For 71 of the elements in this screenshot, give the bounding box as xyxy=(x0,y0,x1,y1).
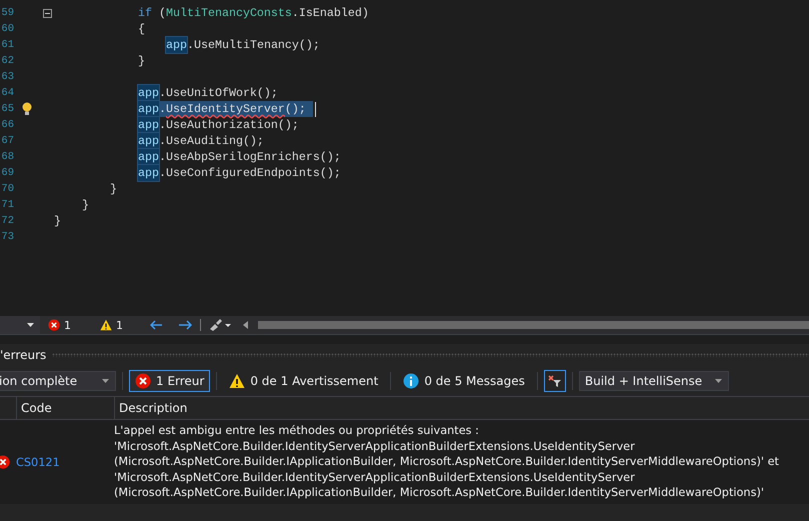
code-token: } xyxy=(82,197,89,213)
scope-dropdown[interactable]: ion complète xyxy=(0,371,116,391)
back-arrow-icon[interactable] xyxy=(150,320,163,330)
brush-icon[interactable] xyxy=(209,319,231,331)
lightbulb-icon xyxy=(22,102,32,116)
selected-text: . xyxy=(159,101,166,117)
error-code-link[interactable]: CS0121 xyxy=(12,456,60,468)
code-token: { xyxy=(138,21,145,37)
clear-filter-icon xyxy=(548,375,562,387)
reference-highlight: app xyxy=(138,85,159,101)
line-number: 70 xyxy=(0,182,14,197)
code-token: } xyxy=(138,53,145,69)
warning-count[interactable]: 1 xyxy=(116,318,123,332)
column-header[interactable]: Code xyxy=(16,397,114,419)
caret-icon xyxy=(714,379,722,383)
code-token: .IsEnabled) xyxy=(292,5,369,21)
line-number: 73 xyxy=(0,230,14,245)
column-header[interactable]: Description xyxy=(114,397,809,419)
line-number: 71 xyxy=(0,198,14,213)
error-description: L'appel est ambigu entre les méthodes ou propriétés suivantes : 'Microsoft.AspNetCore.Builder.IdentityServerApplicationBuilderExtensions.UseIdentityServer (Microsoft.AspNetCore.Builder.IApplicationBuilder, Microsoft.AspNetCore.Builder.IdentityServerMiddlewareOptions)' et 'Microsoft.AspNetCore.Builder.IdentityServerApplicationBuilderExtensions.UseIdentityServer (Microsoft.AspNetCore.Builder.IApplicationBuilder, Microsoft.AspNetCore.Builder.IdentityServerMiddlewareOptions)' xyxy=(113,423,779,501)
reference-highlight: app xyxy=(138,101,159,117)
info-icon xyxy=(403,373,420,389)
forward-arrow-icon[interactable] xyxy=(179,320,192,330)
code-token: .UseAuditing(); xyxy=(159,133,264,149)
error-squiggle-text: UseIdentityServer xyxy=(166,101,285,117)
error-icon xyxy=(0,455,10,469)
code-token: } xyxy=(110,181,117,197)
line-number: 61 xyxy=(0,38,14,53)
line-number: 67 xyxy=(0,134,14,149)
selected-text: (); xyxy=(284,101,306,117)
caret-icon xyxy=(27,323,34,327)
code-token: .UseUnitOfWork(); xyxy=(159,85,278,101)
code-token: if xyxy=(138,5,152,21)
line-number: 69 xyxy=(0,166,14,181)
line-number: 62 xyxy=(0,54,14,69)
warning-icon xyxy=(100,319,112,331)
code-token: .UseAuthorization(); xyxy=(159,117,299,133)
filter-button[interactable]: 0 de 5 Messages xyxy=(397,370,531,392)
line-number: 64 xyxy=(0,86,14,101)
reference-highlight: app xyxy=(138,117,159,133)
error-count[interactable]: 1 xyxy=(64,318,71,332)
collapse-icon[interactable] xyxy=(42,8,52,18)
code-token: .UseConfiguredEndpoints(); xyxy=(159,165,341,181)
warning-icon xyxy=(229,373,246,389)
line-number: 68 xyxy=(0,150,14,165)
source-dropdown[interactable]: Build + IntelliSense xyxy=(578,371,729,391)
scroll-left-icon[interactable] xyxy=(243,321,248,329)
line-number: 66 xyxy=(0,118,14,133)
line-number: 65 xyxy=(0,102,14,117)
error-icon xyxy=(135,373,151,389)
reference-highlight: app xyxy=(166,37,187,53)
line-number: 59 xyxy=(0,6,14,21)
reference-highlight: app xyxy=(138,149,159,165)
code-token: ( xyxy=(158,5,166,21)
reference-highlight: app xyxy=(138,165,159,181)
error-icon xyxy=(48,319,60,331)
line-number: 60 xyxy=(0,22,14,37)
line-number: 72 xyxy=(0,214,14,229)
clear-filter-button[interactable] xyxy=(544,370,566,392)
caret-icon xyxy=(102,379,109,383)
panel-title: 'erreurs xyxy=(0,348,46,362)
line-number: 63 xyxy=(0,70,14,85)
code-token: .UseAbpSerilogEnrichers(); xyxy=(159,149,341,165)
filter-button[interactable]: 1 Erreur xyxy=(129,370,210,392)
code-token: } xyxy=(54,213,61,229)
reference-highlight: app xyxy=(138,133,159,149)
filter-button[interactable]: 0 de 1 Avertissement xyxy=(223,370,384,392)
zoom-dropdown[interactable] xyxy=(0,316,40,334)
scrollbar-thumb[interactable] xyxy=(258,321,809,329)
code-token: .UseMultiTenancy(); xyxy=(187,37,320,53)
code-token: MultiTenancyConsts xyxy=(166,5,292,21)
